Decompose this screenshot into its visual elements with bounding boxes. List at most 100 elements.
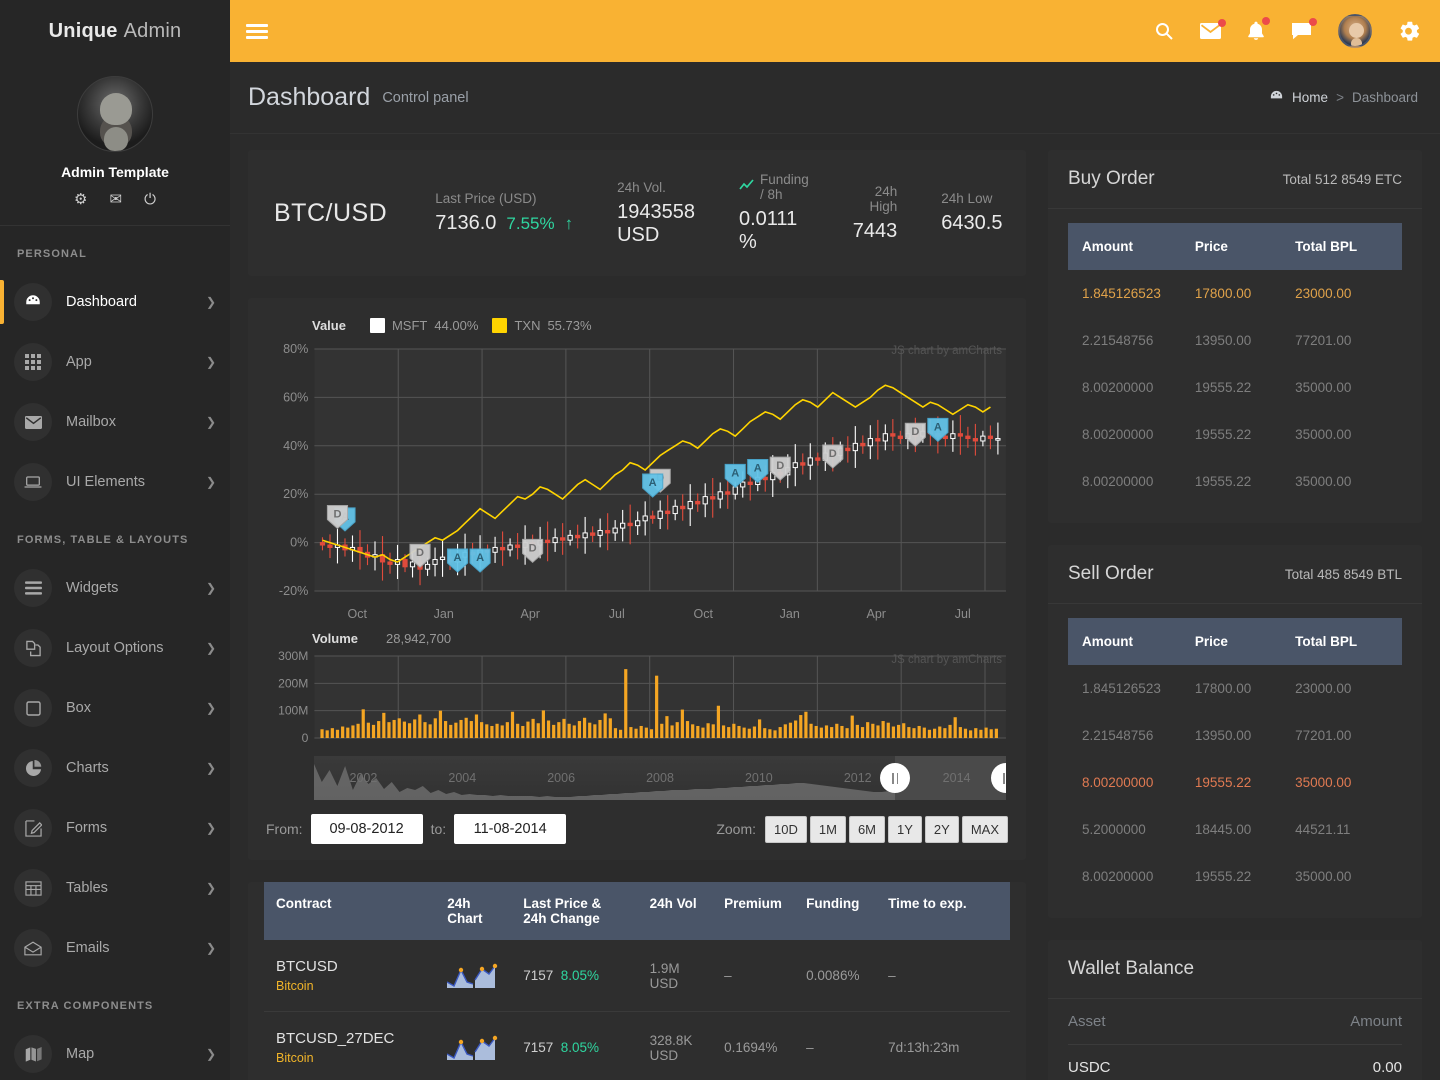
legend-item[interactable]: MSFT 44.00% [369,318,479,333]
sidebar-item-dashboard[interactable]: Dashboard ❯ [0,272,230,332]
zoom-button-1m[interactable]: 1M [809,815,846,843]
search-icon[interactable] [1154,21,1174,41]
map-icon [14,1035,52,1073]
zoom-button-max[interactable]: MAX [961,815,1008,843]
legend-value: 44.00% [434,318,479,333]
x-tick: Oct [347,607,367,621]
order-price: 19555.22 [1194,869,1252,884]
order-total: 23000.00 [1295,286,1352,301]
volume-total: 28,942,700 [386,631,452,646]
sidebar-profile: Admin Template ⚙ ✉ ⏻ [0,62,230,226]
ticker-label-row: Funding / 8h [739,172,809,202]
gear-icon[interactable]: ⚙ [74,192,87,207]
sidebar-item-ui-elements[interactable]: UI Elements ❯ [0,452,230,512]
x-tick: Jul [954,607,971,621]
bell-icon[interactable] [1247,17,1270,41]
to-date-input[interactable] [454,814,567,844]
from-date-input[interactable] [310,814,423,844]
sidebar-item-emails[interactable]: Emails ❯ [0,918,230,978]
svg-text:D: D [333,509,341,521]
sidebar-section-title: FORMS, TABLE & LAYOUTS [17,534,189,546]
sidebar-item-box[interactable]: Box ❯ [0,678,230,738]
ticker-item: 24h Vol. 1943558 USD [617,180,695,247]
svg-text:A: A [476,552,484,564]
svg-text:0: 0 [302,731,309,745]
expiry-cell: 7d:13h:23m [876,1011,1010,1080]
order-row[interactable]: 5.2000000 18445.00 44521.11 [1068,806,1402,853]
order-row[interactable]: 8.00200000 19555.22 35000.00 [1068,759,1402,806]
breadcrumb-home[interactable]: Home [1292,90,1328,105]
brand-logo[interactable]: Unique Admin [0,0,230,62]
topbar-actions [1154,14,1420,48]
avatar[interactable] [77,76,153,152]
page-subtitle: Control panel [382,89,469,106]
zoom-button-10d[interactable]: 10D [765,815,807,843]
app-root: Unique Admin Admin Template ⚙ ✉ ⏻ PERSON… [0,0,1440,1080]
order-row[interactable]: 2.21548756 13950.00 77201.00 [1068,712,1402,759]
order-col-header: Total BPL [1295,634,1358,649]
scroll-grip-left[interactable] [880,763,911,793]
sell-order-table-header: Amount Price Total BPL [1068,618,1402,665]
order-total: 23000.00 [1295,681,1352,696]
order-price: 17800.00 [1194,681,1252,696]
content: BTC/USD Last Price (USD) 7136.0 7.55% ↑ 24h … [230,134,1440,1080]
legend-value: 55.73% [547,318,592,333]
volume-plot[interactable]: 300M 200M 100M 0 JS chart by amCharts [264,650,1010,750]
hamburger-icon[interactable] [246,21,268,42]
svg-text:D: D [829,448,837,460]
svg-text:20%: 20% [283,487,308,501]
zoom-button-6m[interactable]: 6M [848,815,886,843]
order-row[interactable]: 8.00200000 19555.22 35000.00 [1068,853,1402,900]
order-amount: 1.845126523 [1082,286,1161,301]
order-price: 19555.22 [1194,775,1252,790]
zoom-button-1y[interactable]: 1Y [888,815,922,843]
wallet-row: USDC 0.00 [1068,1044,1402,1080]
chart-watermark: JS chart by amCharts [891,345,1002,357]
user-avatar[interactable] [1338,14,1372,48]
order-amount: 1.845126523 [1082,681,1161,696]
sidebar-item-app[interactable]: App ❯ [0,332,230,392]
table-row[interactable]: BTCUSD_27DEC Bitcoin 7157 8.05% 328.8K USD 0.… [264,1011,1010,1080]
contract-sub: Bitcoin [276,1051,314,1065]
order-row[interactable]: 2.21548756 13950.00 77201.00 [1068,317,1402,364]
envelope-icon[interactable] [1200,19,1226,39]
order-row[interactable]: 8.00200000 19555.22 35000.00 [1068,411,1402,458]
copy-icon [14,629,52,667]
sidebar-item-layout-options[interactable]: Layout Options ❯ [0,618,230,678]
order-row[interactable]: 1.845126523 17800.00 23000.00 [1068,665,1402,712]
sidebar-item-widgets[interactable]: Widgets ❯ [0,558,230,618]
legend-item[interactable]: TXN 55.73% [492,318,592,333]
order-row[interactable]: 8.00200000 19555.22 35000.00 [1068,458,1402,505]
range-scrollbar[interactable]: 2002 2004 2006 2008 2010 2012 2014 [314,756,1006,800]
profile-name: Admin Template [61,164,169,180]
ticker-pair: BTC/USD [274,198,388,227]
range-year: 2008 [646,771,674,785]
sidebar-item-tables[interactable]: Tables ❯ [0,858,230,918]
sidebar-item-map[interactable]: Map ❯ [0,1024,230,1080]
svg-text:-20%: -20% [279,584,308,598]
left-column: BTC/USD Last Price (USD) 7136.0 7.55% ↑ 24h … [248,150,1026,1080]
order-row[interactable]: 1.845126523 17800.00 23000.00 [1068,270,1402,317]
svg-text:D: D [776,460,784,472]
sidebar-item-charts[interactable]: Charts ❯ [0,738,230,798]
sidebar-item-label: Tables [66,880,108,896]
price-plot[interactable]: 80%60%40%20%0%-20%ADDAADDAAADDDA JS char… [264,341,1010,603]
table-row[interactable]: BTCUSD Bitcoin 7157 8.05% 1.9M USD –0.0086% – [264,940,1010,1012]
sidebar-item-forms[interactable]: Forms ❯ [0,798,230,858]
contract-sub: Bitcoin [276,979,314,993]
ticker-card: BTC/USD Last Price (USD) 7136.0 7.55% ↑ 24h … [248,150,1026,276]
order-row[interactable]: 8.00200000 19555.22 35000.00 [1068,364,1402,411]
x-tick: Jan [433,607,454,621]
power-icon[interactable]: ⏻ [144,192,156,207]
order-price: 19555.22 [1194,474,1252,489]
chat-icon[interactable] [1291,18,1317,40]
wallet-card: Wallet Balance AssetAmount USDC0.00BTC0.… [1048,940,1422,1080]
price-change: 8.05% [560,1040,600,1055]
wallet-table: AssetAmount USDC0.00BTC0.0000000 [1048,999,1422,1080]
order-price: 19555.22 [1194,427,1252,442]
ticker-label: 24h Low [941,191,993,206]
envelope-icon[interactable]: ✉ [110,192,123,207]
sidebar-item-mailbox[interactable]: Mailbox ❯ [0,392,230,452]
zoom-button-2y[interactable]: 2Y [924,815,959,843]
gear-icon[interactable] [1398,20,1420,42]
